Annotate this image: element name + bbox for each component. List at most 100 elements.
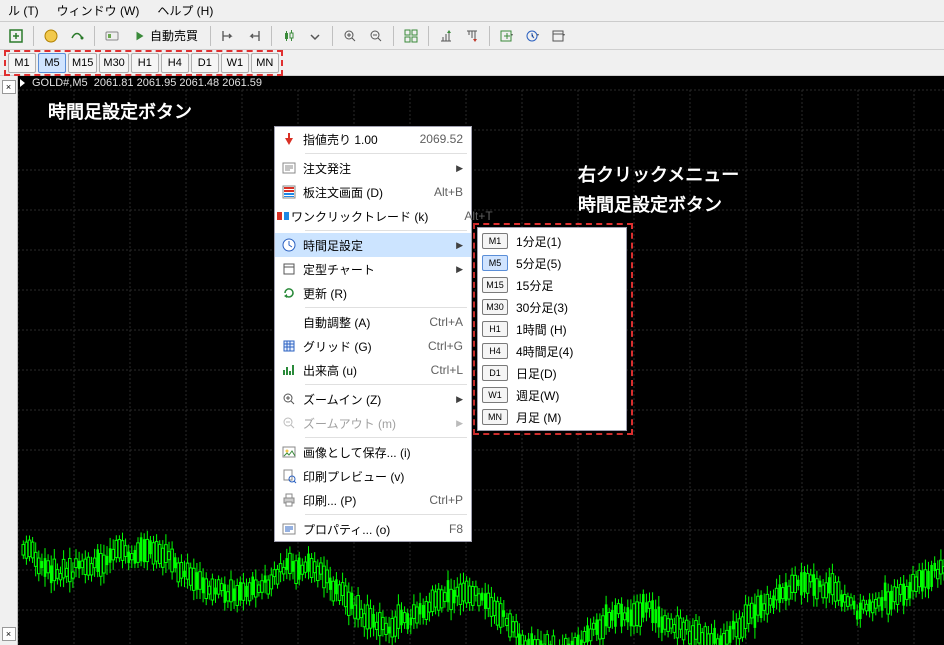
menu-print-label: 印刷... (P) [303, 492, 409, 509]
menu-grid-shortcut: Ctrl+G [408, 339, 463, 353]
timeframe-submenu-item-d1[interactable]: D1日足(D) [480, 362, 624, 384]
sell-arrow-icon [275, 127, 303, 151]
new-chart-dropdown-icon[interactable] [495, 24, 519, 48]
menu-volumes[interactable]: 出来高 (u) Ctrl+L [275, 358, 471, 382]
menu-autoscale-label: 自動調整 (A) [303, 314, 409, 331]
arrange-windows-icon[interactable] [399, 24, 423, 48]
submenu-arrow-icon: ▶ [453, 264, 463, 275]
timeframe-submenu: M1 1分足(1) M55分足(5)M1515分足 M30 30分足(3) H11時間 (… [477, 227, 627, 431]
menu-new-order[interactable]: 注文発注 ▶ [275, 156, 471, 180]
menu-print-preview[interactable]: 印刷プレビュー (v) [275, 464, 471, 488]
timeframe-submenu-item-m1[interactable]: M1 1分足(1) [480, 230, 624, 252]
menu-timeframes[interactable]: 時間足設定 ▶ [275, 233, 471, 257]
menu-sell-limit-label: 指値売り 1.00 [303, 131, 400, 148]
templates-dropdown-icon[interactable] [547, 24, 571, 48]
menu-timeframes-label: 時間足設定 [303, 237, 453, 254]
image-icon [275, 440, 303, 464]
menu-dom-shortcut: Alt+B [414, 185, 463, 199]
menu-oneclick-label: ワンクリックトレード (k) [291, 208, 444, 225]
auto-scroll-icon[interactable] [242, 24, 266, 48]
timeframe-button-m5[interactable]: M5 [38, 53, 66, 73]
indicators-up-icon[interactable] [434, 24, 458, 48]
print-icon [275, 488, 303, 512]
timeframe-button-m15[interactable]: M15 [68, 53, 97, 73]
menu-zoom-in[interactable]: ズームイン (Z) ▶ [275, 387, 471, 411]
timeframe-submenu-label: 15分足 [516, 277, 553, 294]
menu-auto-scale[interactable]: 自動調整 (A) Ctrl+A [275, 310, 471, 334]
new-order-icon[interactable] [4, 24, 28, 48]
timeframe-submenu-item-m15[interactable]: M1515分足 [480, 274, 624, 296]
menu-properties[interactable]: プロパティ... (o) F8 [275, 517, 471, 541]
timeframes-dropdown-icon[interactable] [521, 24, 545, 48]
menu-tool[interactable]: ル (T) [4, 0, 43, 21]
oneclick-icon [275, 204, 291, 228]
timeframe-submenu-label: 1時間 (H) [516, 321, 567, 338]
timeframe-submenu-label: 4時間足(4) [516, 343, 573, 360]
signals-icon[interactable] [65, 24, 89, 48]
timeframe-submenu-label: 30分足(3) [516, 299, 568, 316]
timeframe-badge-icon: W1 [482, 387, 508, 403]
menu-templates[interactable]: 定型チャート ▶ [275, 257, 471, 281]
annotation-left: 時間足設定ボタン [48, 98, 192, 124]
timeframe-badge-icon: MN [482, 409, 508, 425]
menu-props-label: プロパティ... (o) [303, 521, 429, 538]
expert-advisors-icon[interactable] [100, 24, 124, 48]
menu-window[interactable]: ウィンドウ (W) [53, 0, 144, 21]
menu-help[interactable]: ヘルプ (H) [153, 0, 217, 21]
menu-grid-label: グリッド (G) [303, 338, 408, 355]
menu-refresh[interactable]: 更新 (R) [275, 281, 471, 305]
timeframe-button-m1[interactable]: M1 [8, 53, 36, 73]
menu-depth-of-market[interactable]: 板注文画面 (D) Alt+B [275, 180, 471, 204]
auto-trade-label: 自動売買 [150, 27, 198, 44]
timeframe-submenu-label: 1分足(1) [516, 233, 561, 250]
annotation-right-2: 時間足設定ボタン [578, 191, 722, 217]
menu-print-shortcut: Ctrl+P [409, 493, 463, 507]
indicators-down-icon[interactable] [460, 24, 484, 48]
panel-close-icon-2[interactable]: × [2, 627, 16, 641]
timeframe-button-h1[interactable]: H1 [131, 53, 159, 73]
menu-saveimg-label: 画像として保存... (i) [303, 444, 463, 461]
auto-trade-button[interactable]: 自動売買 [126, 24, 205, 48]
submenu-arrow-icon: ▶ [453, 240, 463, 251]
timeframe-submenu-item-m30[interactable]: M30 30分足(3) [480, 296, 624, 318]
zoom-out-icon[interactable] [364, 24, 388, 48]
submenu-arrow-icon: ▶ [453, 163, 463, 174]
timeframe-submenu-item-mn[interactable]: MN月足 (M) [480, 406, 624, 428]
menu-print[interactable]: 印刷... (P) Ctrl+P [275, 488, 471, 512]
shift-chart-icon[interactable] [216, 24, 240, 48]
menu-autoscale-shortcut: Ctrl+A [409, 315, 463, 329]
chart-canvas[interactable]: GOLD#,M5 2061.81 2061.95 2061.48 2061.59… [18, 76, 944, 645]
metaquotes-icon[interactable] [39, 24, 63, 48]
timeframe-submenu-item-h4[interactable]: H4 4時間足(4) [480, 340, 624, 362]
menu-save-as-picture[interactable]: 画像として保存... (i) [275, 440, 471, 464]
menu-grid[interactable]: グリッド (G) Ctrl+G [275, 334, 471, 358]
timeframe-button-mn[interactable]: MN [251, 53, 279, 73]
zoom-out-icon [275, 411, 303, 435]
timeframe-button-h4[interactable]: H4 [161, 53, 189, 73]
chart-style-dropdown-icon[interactable] [303, 24, 327, 48]
menu-one-click-trading[interactable]: ワンクリックトレード (k) Alt+T [275, 204, 471, 228]
menu-new-order-label: 注文発注 [303, 160, 453, 177]
timeframe-submenu-item-w1[interactable]: W1週足(W) [480, 384, 624, 406]
zoom-in-icon [275, 387, 303, 411]
submenu-arrow-icon: ▶ [453, 394, 463, 405]
timeframe-submenu-item-h1[interactable]: H11時間 (H) [480, 318, 624, 340]
menu-bar: ル (T) ウィンドウ (W) ヘルプ (H) [0, 0, 944, 22]
menu-dom-label: 板注文画面 (D) [303, 184, 414, 201]
timeframe-badge-icon: M1 [482, 233, 508, 249]
timeframe-badge-icon: H4 [482, 343, 508, 359]
menu-zoomin-label: ズームイン (Z) [303, 391, 453, 408]
menu-sell-limit[interactable]: 指値売り 1.00 2069.52 [275, 127, 471, 151]
menu-templates-label: 定型チャート [303, 261, 453, 278]
timeframe-button-d1[interactable]: D1 [191, 53, 219, 73]
candlestick-chart-icon[interactable] [277, 24, 301, 48]
panel-close-icon[interactable]: × [2, 80, 16, 94]
menu-volume-shortcut: Ctrl+L [411, 363, 463, 377]
main-toolbar: 自動売買 [0, 22, 944, 50]
refresh-icon [275, 281, 303, 305]
timeframe-button-w1[interactable]: W1 [221, 53, 249, 73]
timeframe-button-m30[interactable]: M30 [99, 53, 128, 73]
timeframe-submenu-item-m5[interactable]: M55分足(5) [480, 252, 624, 274]
zoom-in-icon[interactable] [338, 24, 362, 48]
timeframe-badge-icon: M30 [482, 299, 508, 315]
